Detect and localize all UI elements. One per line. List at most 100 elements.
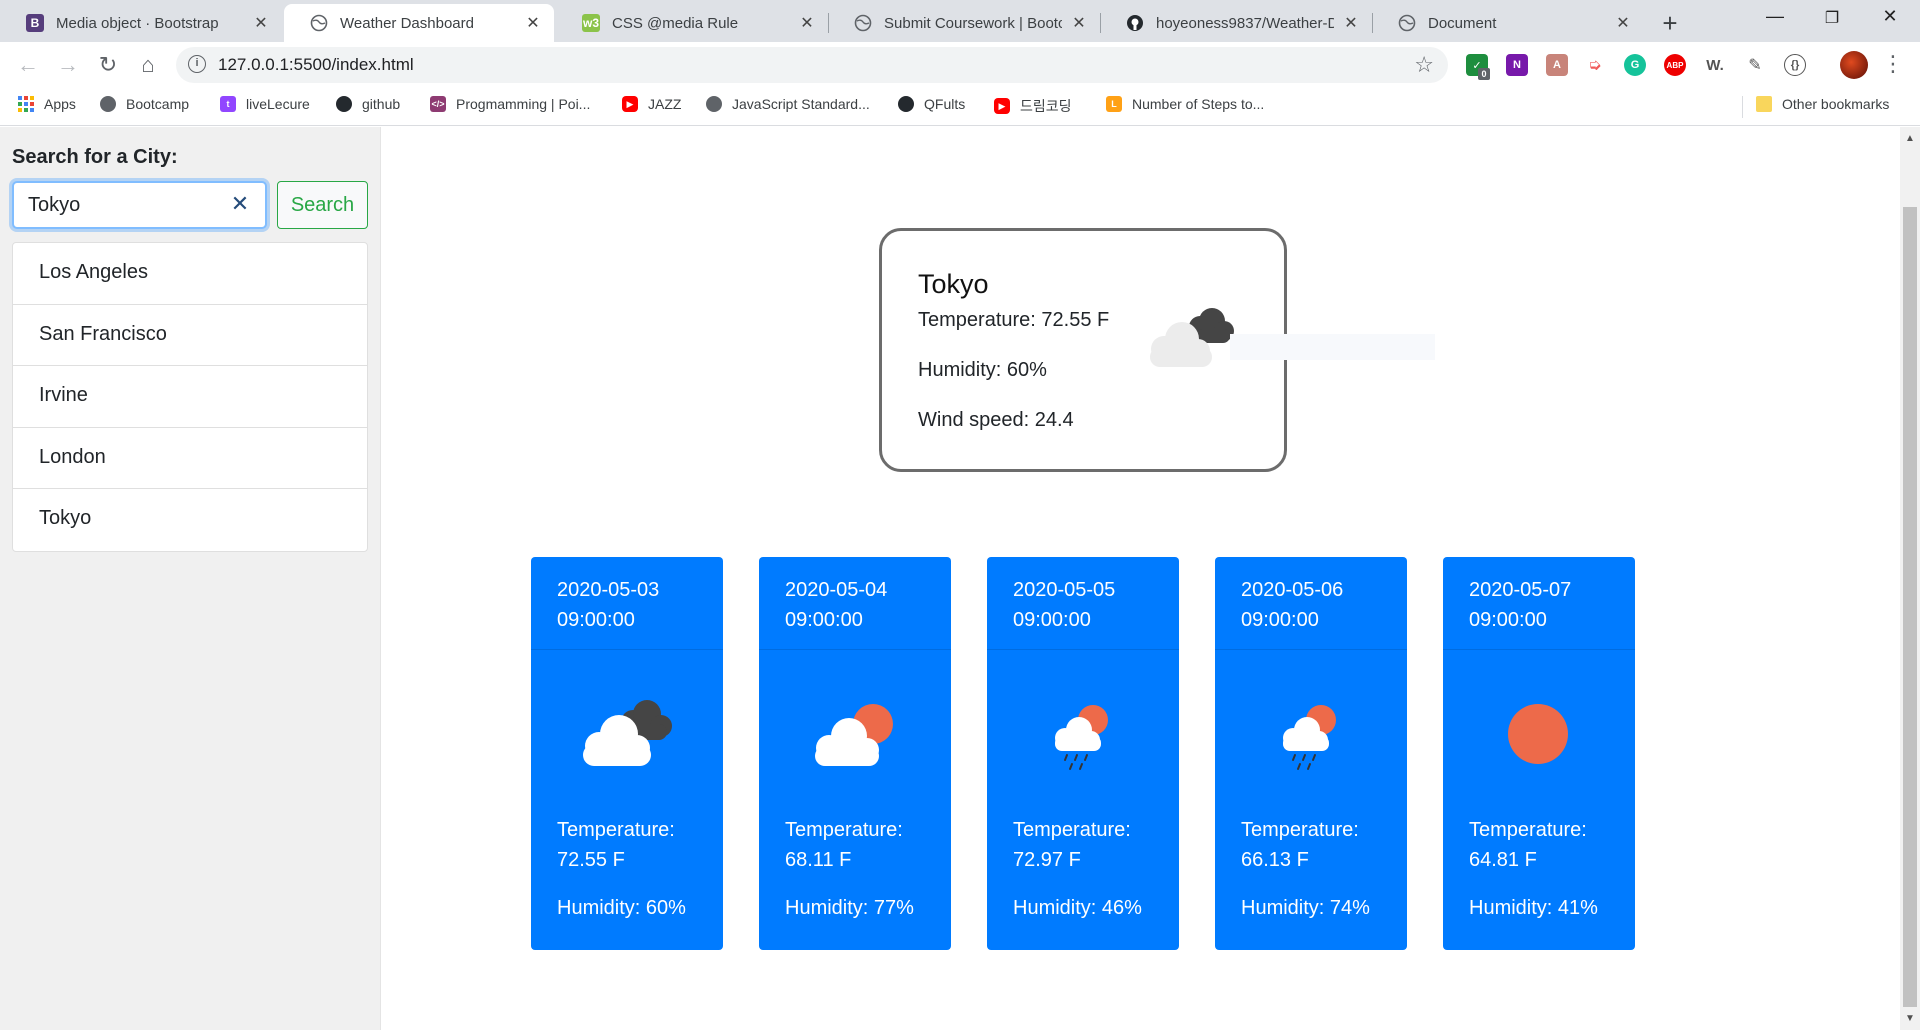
forecast-humidity: Humidity: 74% [1241,897,1370,919]
bookmark-label: Bootcamp [126,96,190,112]
rain-icon [1027,694,1137,774]
reload-icon[interactable]: ↻ [94,51,122,79]
forecast-temp-value: 72.97 F [1013,849,1081,871]
bookmark-bootcamp[interactable]: Bootcamp [100,96,189,112]
bookmark-javascript-standard[interactable]: JavaScript Standard... [706,96,870,112]
adblock-icon[interactable]: ABP [1664,54,1686,76]
bookmark-label: Progmamming | Poi... [456,96,591,112]
tab-document[interactable]: Document ✕ [1372,4,1644,42]
url-text[interactable]: 127.0.0.1:5500/index.html [218,55,414,75]
tab-media-object[interactable]: B Media object · Bootstrap ✕ [0,4,282,42]
bookmark-label: Number of Steps to... [1132,96,1265,112]
forecast-card: 2020-05-05 09:00:00 Temperature: 72.97 F… [987,557,1179,950]
bookmark-label: Apps [44,96,76,112]
address-bar[interactable]: i 127.0.0.1:5500/index.html ☆ [176,47,1448,83]
scroll-up-arrow-icon[interactable]: ▲ [1900,133,1920,144]
bookmark-label: Other bookmarks [1782,96,1890,112]
city-search-input[interactable] [12,181,267,229]
onenote-icon[interactable]: N [1506,54,1528,76]
clear-sky-icon [1483,694,1593,774]
bookmarks-separator [1742,96,1743,118]
search-button[interactable]: Search [277,181,368,229]
tab-css-media-rule[interactable]: w3 CSS @media Rule ✕ [556,4,828,42]
globe-icon [706,96,722,112]
tab-submit-coursework[interactable]: Submit Coursework | Bootcamp ✕ [828,4,1100,42]
bookmark-label: github [362,96,401,112]
clear-icon[interactable]: ✕ [230,191,250,217]
folder-icon [1756,96,1772,112]
close-icon[interactable]: ✕ [1342,13,1360,33]
new-tab-button[interactable]: + [1656,8,1684,39]
bookmark-github[interactable]: github [336,96,400,112]
w-extension-icon[interactable]: W. [1704,54,1726,76]
globe-icon [854,14,872,32]
more-menu-icon[interactable]: ⋮ [1882,51,1904,77]
home-icon[interactable]: ⌂ [134,51,162,79]
profile-avatar[interactable] [1840,51,1868,79]
forecast-header: 2020-05-05 09:00:00 [987,557,1179,650]
list-item[interactable]: Tokyo [13,489,367,551]
code-icon: </> [430,96,446,112]
forecast-time: 09:00:00 [785,609,863,631]
bookmark-label: JavaScript Standard... [732,96,870,112]
other-bookmarks[interactable]: Other bookmarks [1756,96,1889,112]
forecast-card: 2020-05-04 09:00:00 Temperature: 68.11 F… [759,557,951,950]
forecast-header: 2020-05-03 09:00:00 [531,557,723,650]
scroll-down-arrow-icon[interactable]: ▼ [1900,1013,1920,1024]
forecast-temp-label: Temperature: [1013,819,1131,841]
tab-weather-dashboard[interactable]: Weather Dashboard ✕ [284,4,554,42]
restore-icon[interactable]: ❐ [1812,8,1852,28]
minimize-icon[interactable]: — [1755,6,1795,27]
forecast-time: 09:00:00 [1013,609,1091,631]
forecast-time: 09:00:00 [557,609,635,631]
bookmark-apps[interactable]: Apps [18,96,76,112]
bookmark-livelecure[interactable]: t liveLecure [220,96,310,112]
forecast-header: 2020-05-06 09:00:00 [1215,557,1407,650]
bookmark-dream-coding[interactable]: ▶ 드림코딩 [994,96,1072,116]
forecast-header: 2020-05-07 09:00:00 [1443,557,1635,650]
forward-icon[interactable]: → [54,51,82,79]
grammarly-icon[interactable]: G [1624,54,1646,76]
broken-clouds-icon [571,694,681,774]
forecast-date: 2020-05-04 [785,579,888,601]
cast-icon[interactable]: ➭ [1584,54,1606,76]
bookmark-jazz[interactable]: ▶ JAZZ [622,96,681,112]
github-icon [898,96,914,112]
forecast-header: 2020-05-04 09:00:00 [759,557,951,650]
list-item[interactable]: Irvine [13,366,367,428]
forecast-temp-value: 66.13 F [1241,849,1309,871]
info-icon[interactable]: i [188,55,206,73]
tab-github-weather-dashboard[interactable]: hoyeoness9837/Weather-Dashboard ✕ [1100,4,1372,42]
pdf-icon[interactable]: A [1546,54,1568,76]
forecast-time: 09:00:00 [1241,609,1319,631]
globe-icon [310,14,328,32]
forecast-date: 2020-05-05 [1013,579,1116,601]
bookmark-programming[interactable]: </> Progmamming | Poi... [430,96,590,112]
few-clouds-icon [799,694,909,774]
ghost-tooltip [1230,334,1435,360]
list-item[interactable]: London [13,428,367,489]
close-icon[interactable]: ✕ [1070,13,1088,33]
close-window-icon[interactable]: ✕ [1870,6,1910,27]
close-icon[interactable]: ✕ [252,13,270,33]
bookmark-number-of-steps[interactable]: L Number of Steps to... [1106,96,1264,112]
twitch-icon: t [220,96,236,112]
vertical-scrollbar[interactable]: ▲ ▼ [1900,127,1920,1030]
back-icon[interactable]: ← [14,51,42,79]
bookmark-qfults[interactable]: QFults [898,96,965,112]
close-icon[interactable]: ✕ [1614,13,1632,33]
search-heading: Search for a City: [12,146,178,168]
list-item[interactable]: San Francisco [13,305,367,366]
youtube-icon: ▶ [994,98,1010,114]
tab-title: Media object · Bootstrap [56,14,219,32]
close-icon[interactable]: ✕ [798,13,816,33]
close-icon[interactable]: ✕ [524,13,542,33]
eyedropper-icon[interactable]: ✎ [1744,54,1766,76]
list-item[interactable]: Los Angeles [13,243,367,305]
forecast-humidity: Humidity: 60% [557,897,686,919]
scrollbar-thumb[interactable] [1903,207,1917,1007]
code-extension-icon[interactable]: {} [1784,54,1806,76]
forecast-temp-label: Temperature: [785,819,903,841]
tab-title: hoyeoness9837/Weather-Dashboard [1156,14,1334,32]
bookmark-star-icon[interactable]: ☆ [1414,52,1434,78]
